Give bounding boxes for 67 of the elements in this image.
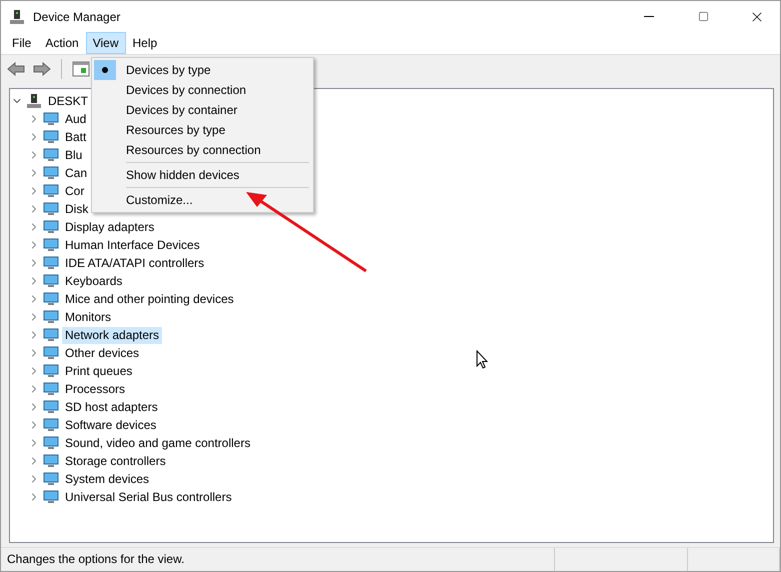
tree-item[interactable]: Print queues bbox=[62, 362, 136, 380]
tree-item[interactable]: Universal Serial Bus controllers bbox=[62, 488, 235, 506]
device-icon bbox=[43, 129, 59, 145]
device-icon bbox=[43, 489, 59, 505]
tree-item[interactable]: Software devices bbox=[62, 416, 160, 434]
device-icon bbox=[43, 471, 59, 487]
menu-item[interactable]: Devices by container bbox=[94, 100, 311, 120]
forward-icon bbox=[33, 62, 51, 76]
back-icon bbox=[7, 62, 25, 76]
tree-item[interactable]: System devices bbox=[62, 470, 152, 488]
tree-item[interactable]: Display adapters bbox=[62, 218, 158, 236]
tree-item[interactable]: Mice and other pointing devices bbox=[62, 290, 237, 308]
status-text: Changes the options for the view. bbox=[1, 548, 555, 571]
tree-item[interactable]: Cor bbox=[62, 182, 88, 200]
menu-bar-item[interactable]: Action bbox=[38, 32, 86, 54]
computer-icon bbox=[26, 93, 42, 109]
device-icon bbox=[43, 399, 59, 415]
device-icon bbox=[43, 237, 59, 253]
tree-item[interactable]: Aud bbox=[62, 110, 90, 128]
menu-item[interactable]: Show hidden devices bbox=[94, 165, 311, 185]
minimize-icon bbox=[644, 16, 654, 17]
menu-item[interactable]: Resources by type bbox=[94, 120, 311, 140]
device-icon bbox=[43, 273, 59, 289]
tree-item[interactable]: Disk bbox=[62, 200, 92, 218]
menu-item[interactable]: Customize... bbox=[94, 190, 311, 210]
tree-item[interactable]: Blu bbox=[62, 146, 86, 164]
menu-item[interactable]: Resources by connection bbox=[94, 140, 311, 160]
tree-item[interactable]: Keyboards bbox=[62, 272, 126, 290]
device-icon bbox=[43, 381, 59, 397]
maximize-icon bbox=[698, 11, 708, 22]
tree-item[interactable]: Batt bbox=[62, 128, 90, 146]
tree-item[interactable]: DESKT bbox=[45, 92, 92, 110]
window-icon bbox=[72, 60, 90, 76]
device-icon bbox=[43, 183, 59, 199]
tree-item[interactable]: Human Interface Devices bbox=[62, 236, 203, 254]
menu-item[interactable]: Devices by type bbox=[94, 60, 311, 80]
tree-item[interactable]: Network adapters bbox=[62, 326, 162, 344]
device-icon bbox=[43, 435, 59, 451]
tree-item[interactable]: Other devices bbox=[62, 344, 142, 362]
tree-item[interactable]: Sound, video and game controllers bbox=[62, 434, 254, 452]
device-icon bbox=[43, 417, 59, 433]
tree-item[interactable]: SD host adapters bbox=[62, 398, 161, 416]
cursor-icon bbox=[476, 350, 488, 369]
device-icon bbox=[43, 111, 59, 127]
radio-dot-icon bbox=[102, 67, 108, 73]
device-icon bbox=[43, 453, 59, 469]
device-icon bbox=[43, 345, 59, 361]
device-icon bbox=[43, 219, 59, 235]
device-icon bbox=[43, 291, 59, 307]
tree-item[interactable]: Can bbox=[62, 164, 90, 182]
device-icon bbox=[43, 147, 59, 163]
computer-icon bbox=[9, 8, 25, 24]
tree-item[interactable]: Storage controllers bbox=[62, 452, 169, 470]
device-icon bbox=[43, 309, 59, 325]
device-icon bbox=[43, 201, 59, 217]
menu-item[interactable]: Devices by connection bbox=[94, 80, 311, 100]
tree-item[interactable]: IDE ATA/ATAPI controllers bbox=[62, 254, 208, 272]
device-icon bbox=[43, 255, 59, 271]
menu-bar-item[interactable]: View bbox=[86, 32, 126, 54]
tree-item[interactable]: Processors bbox=[62, 380, 128, 398]
menu-bar-item[interactable]: Help bbox=[126, 32, 164, 54]
menu-bar-item[interactable]: File bbox=[5, 32, 38, 54]
device-icon bbox=[43, 165, 59, 181]
device-icon bbox=[43, 327, 59, 343]
window-title: Device Manager bbox=[33, 10, 122, 24]
tree-item[interactable]: Monitors bbox=[62, 308, 114, 326]
device-icon bbox=[43, 363, 59, 379]
